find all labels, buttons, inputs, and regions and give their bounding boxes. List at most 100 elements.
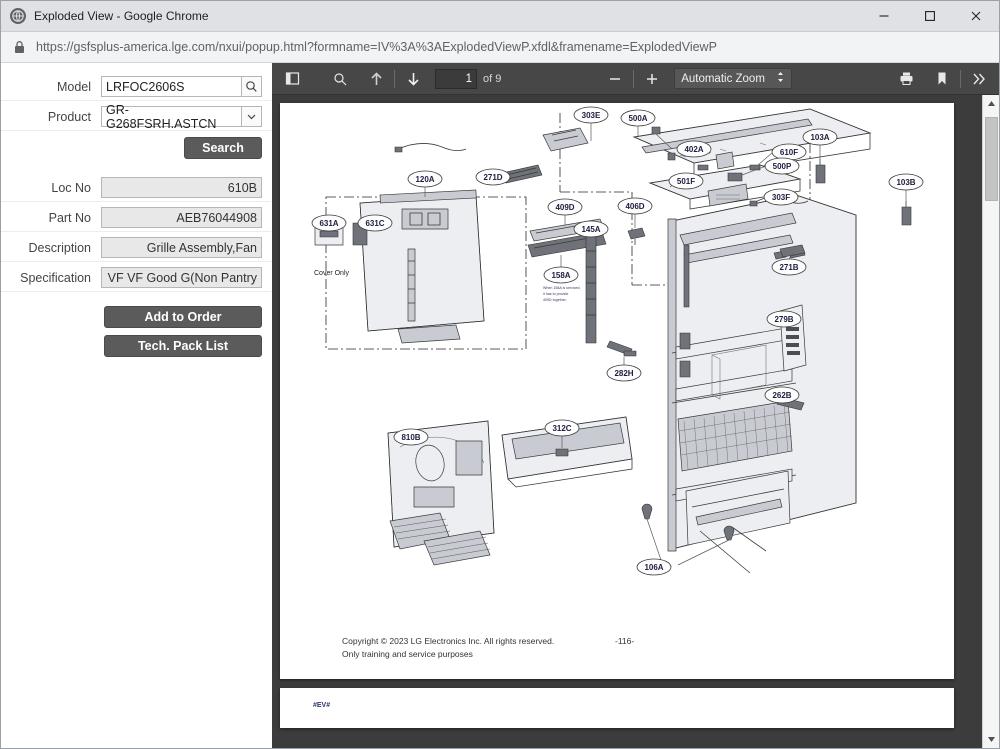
triangle-up-icon[interactable] xyxy=(983,95,1000,112)
window-title: Exploded View - Google Chrome xyxy=(34,9,209,23)
page-count-label: of 9 xyxy=(483,72,502,85)
callout-label: 158A xyxy=(551,271,570,280)
vertical-scrollbar[interactable] xyxy=(982,95,999,748)
sidebar-toggle-icon[interactable] xyxy=(278,66,306,92)
url-text: https://gsfsplus-america.lge.com/nxui/po… xyxy=(36,40,717,54)
specification-value: VF VF Good G(Non Pantry xyxy=(101,267,262,288)
callout-label: 409D xyxy=(555,203,574,212)
callout-label: 271D xyxy=(483,173,502,182)
part-406D xyxy=(627,227,646,245)
next-page-icon[interactable] xyxy=(399,66,427,92)
svg-text:409D together.: 409D together. xyxy=(543,298,567,302)
model-label: Model xyxy=(56,79,91,94)
scrollbar-thumb[interactable] xyxy=(985,117,998,201)
description-value: Grille Assembly,Fan xyxy=(101,237,262,258)
callout-label: 145A xyxy=(581,225,600,234)
callout-282H: 282H xyxy=(606,357,642,382)
svg-text:it has to provide: it has to provide xyxy=(543,292,568,296)
printer-icon[interactable] xyxy=(892,66,920,92)
search-button-row: Search xyxy=(1,137,271,159)
parts-search-pane: Model LRFOC2606S Product GR-G268FSRH.AST… xyxy=(1,63,272,748)
callout-279B: 279B xyxy=(766,310,802,328)
maximize-button[interactable] xyxy=(907,1,953,31)
part-500A xyxy=(542,127,589,152)
loc-no-value: 610B xyxy=(101,177,262,198)
callout-409D: 409D xyxy=(547,198,583,225)
product-label: Product xyxy=(47,109,91,124)
part-610F xyxy=(749,164,761,171)
model-input[interactable]: LRFOC2606S xyxy=(101,76,241,97)
search-button[interactable]: Search xyxy=(184,137,262,159)
pdf-viewer: 1 of 9 Automatic Zoom 303E 500A 402A 103… xyxy=(272,63,999,748)
callout-label: 106A xyxy=(644,563,663,572)
callout-label: 312C xyxy=(552,424,571,433)
description-label: Description xyxy=(28,240,91,255)
browser-window: Exploded View - Google Chrome https://gs… xyxy=(0,0,1000,749)
find-icon[interactable] xyxy=(326,66,354,92)
pdf-pages: 303E 500A 402A 103A 610F 500P 271D 501F … xyxy=(272,95,982,748)
zoom-level-select[interactable]: Automatic Zoom xyxy=(674,68,793,89)
callout-103B: 103B xyxy=(888,173,924,201)
callout-303F: 303F xyxy=(763,188,799,206)
triangle-down-icon[interactable] xyxy=(983,731,1000,748)
page-footer: Copyright © 2023 LG Electronics Inc. All… xyxy=(342,635,634,660)
exploded-view-diagram: 303E 500A 402A 103A 610F 500P 271D 501F … xyxy=(311,106,924,576)
callout-label: 810B xyxy=(401,433,420,442)
callout-label: 303F xyxy=(772,193,790,202)
address-bar[interactable]: https://gsfsplus-america.lge.com/nxui/po… xyxy=(1,32,999,63)
callout-label: 103B xyxy=(896,178,915,187)
part-282H xyxy=(606,340,637,357)
part-no-label: Part No xyxy=(48,210,91,225)
callout-501F: 501F xyxy=(668,172,704,190)
more-tools-icon[interactable] xyxy=(965,66,993,92)
pdf-toolbar: 1 of 9 Automatic Zoom xyxy=(272,63,999,95)
zoom-in-button[interactable] xyxy=(638,66,666,92)
updown-arrows-icon xyxy=(776,71,785,86)
part-103B xyxy=(901,201,912,226)
callout-103A: 103A xyxy=(802,128,838,163)
callout-631A: 631A xyxy=(311,214,347,232)
callout-271D: 271D xyxy=(475,168,511,186)
product-row: Product GR-G268FSRH.ASTCN xyxy=(1,103,271,131)
callout-label: 120A xyxy=(415,175,434,184)
search-icon[interactable] xyxy=(241,76,262,97)
callout-label: 279B xyxy=(774,315,793,324)
description-row: Description Grille Assembly,Fan xyxy=(1,234,271,262)
specification-row: Specification VF VF Good G(Non Pantry xyxy=(1,264,271,292)
add-to-order-button[interactable]: Add to Order xyxy=(104,306,262,328)
top-assembly xyxy=(632,108,872,210)
pdf-scroll-area[interactable]: 303E 500A 402A 103A 610F 500P 271D 501F … xyxy=(272,95,999,748)
page-number-input[interactable]: 1 xyxy=(435,68,477,89)
loc-no-row: Loc No 610B xyxy=(1,174,271,202)
part-no-value: AEB76044908 xyxy=(101,207,262,228)
minimize-button[interactable] xyxy=(861,1,907,31)
tech-pack-list-button[interactable]: Tech. Pack List xyxy=(104,335,262,357)
previous-page-icon[interactable] xyxy=(362,66,390,92)
callout-label: 271B xyxy=(779,263,798,272)
bookmark-icon[interactable] xyxy=(928,66,956,92)
part-402A xyxy=(651,126,661,135)
callout-label: 282H xyxy=(614,369,633,378)
product-select[interactable]: GR-G268FSRH.ASTCN xyxy=(101,103,241,131)
close-button[interactable] xyxy=(953,1,999,31)
chevron-down-icon[interactable] xyxy=(241,106,262,127)
part-no-row: Part No AEB76044908 xyxy=(1,204,271,232)
action-buttons: Add to Order Tech. Pack List xyxy=(1,298,271,364)
callout-label: 402A xyxy=(684,145,703,154)
lock-icon xyxy=(13,40,26,55)
callout-262B: 262B xyxy=(764,386,800,404)
callout-label: 262B xyxy=(772,391,791,400)
callout-500A: 500A xyxy=(620,109,656,136)
callout-label: 631C xyxy=(365,219,384,228)
page-body: Model LRFOC2606S Product GR-G268FSRH.AST… xyxy=(1,63,999,748)
callout-145A: 145A xyxy=(573,220,609,238)
cover-only-note: Cover Only xyxy=(314,270,350,277)
callout-106A: 106A xyxy=(636,558,672,576)
part-103A xyxy=(815,159,826,184)
footer-note: Only training and service purposes xyxy=(342,648,473,659)
zoom-out-button[interactable] xyxy=(601,66,629,92)
part-120A-door-panel xyxy=(359,189,485,344)
callout-810B: 810B xyxy=(393,428,429,446)
callout-158A: 158A xyxy=(543,255,579,284)
part-500P xyxy=(727,172,743,182)
